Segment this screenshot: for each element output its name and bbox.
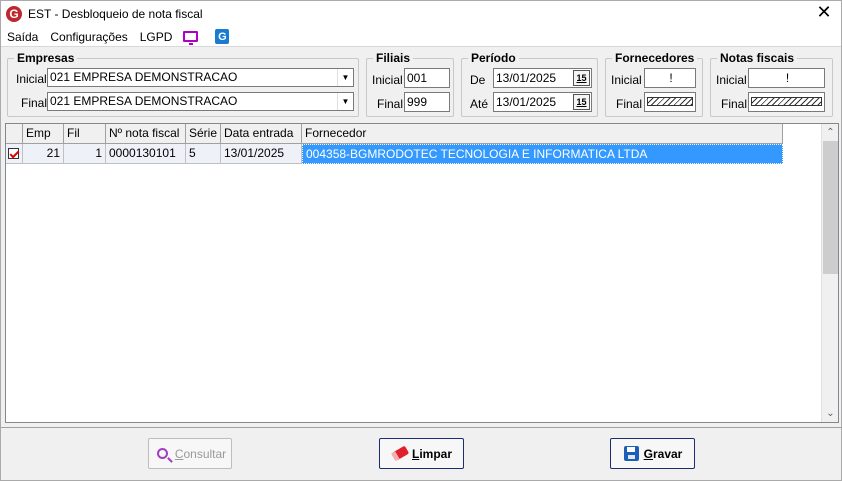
fornecedor-final-input[interactable] [644, 92, 696, 112]
g-app-icon[interactable]: G [214, 29, 230, 44]
empresa-inicial-select[interactable]: 021 EMPRESA DEMONSTRACAO ▼ [47, 68, 354, 87]
col-emp[interactable]: Emp [23, 124, 64, 144]
empresa-final-value: 021 EMPRESA DEMONSTRACAO [50, 94, 238, 108]
chevron-down-icon[interactable]: ▼ [337, 93, 353, 110]
col-data[interactable]: Data entrada [221, 124, 302, 144]
max-value-hatch [751, 97, 822, 106]
limpar-label: impar [419, 446, 453, 461]
nota-inicial-input[interactable]: ! [748, 68, 825, 88]
limpar-accel: L [411, 446, 420, 461]
filiais-legend: Filiais [376, 51, 411, 65]
filial-inicial-input[interactable]: 001 [404, 68, 450, 88]
limpar-button[interactable]: Limpar [379, 438, 464, 469]
col-fil[interactable]: Fil [64, 124, 106, 144]
calendar-icon[interactable]: 15 [573, 70, 590, 86]
window: G EST - Desbloqueio de nota fiscal ✕ Saí… [0, 0, 842, 481]
periodo-ate-label: Até [470, 97, 489, 111]
consultar-button[interactable]: Consultar [148, 438, 232, 469]
periodo-ate-value: 13/01/2025 [496, 95, 557, 109]
gravar-label: ravar [652, 446, 683, 461]
cell-fornecedor: 004358-BGMRODOTEC TECNOLOGIA E INFORMATI… [302, 144, 783, 164]
col-serie[interactable]: Série [186, 124, 221, 144]
empresa-inicial-value: 021 EMPRESA DEMONSTRACAO [50, 70, 238, 84]
scroll-down-icon[interactable]: ⌄ [822, 405, 839, 422]
check-icon [8, 148, 19, 159]
fornecedor-inicial-input[interactable]: ! [644, 68, 696, 88]
col-fornecedor[interactable]: Fornecedor [302, 124, 783, 144]
empresas-final-label: Final [21, 96, 48, 110]
app-logo-icon: G [6, 6, 22, 22]
menu-bar: Saída Configurações LGPD G [1, 27, 841, 46]
filiais-final-label: Final [377, 97, 404, 111]
title-bar: G EST - Desbloqueio de nota fiscal ✕ [1, 1, 841, 27]
cell-emp: 21 [23, 144, 64, 164]
fornecedores-legend: Fornecedores [615, 51, 695, 65]
notas-final-label: Final [721, 97, 748, 111]
fornecedores-inicial-label: Inicial [611, 73, 642, 87]
menu-separator [1, 46, 841, 47]
notas-inicial-label: Inicial [716, 73, 747, 87]
nota-final-input[interactable] [748, 92, 825, 112]
search-icon [154, 445, 172, 463]
scroll-up-icon[interactable]: ⌃ [822, 124, 839, 141]
eraser-icon [390, 445, 410, 463]
col-check[interactable] [6, 124, 23, 144]
chevron-down-icon[interactable]: ▼ [337, 69, 353, 86]
cell-fil: 1 [64, 144, 106, 164]
cell-nota: 0000130101 [106, 144, 186, 164]
vertical-scrollbar[interactable]: ⌃ ⌄ [821, 124, 838, 422]
menu-configuracoes[interactable]: Configurações [44, 30, 133, 44]
empresa-final-select[interactable]: 021 EMPRESA DEMONSTRACAO ▼ [47, 92, 354, 111]
grid-header: Emp Fil Nº nota fiscal Série Data entrad… [6, 124, 783, 144]
gravar-accel: G [643, 446, 653, 461]
empresas-legend: Empresas [17, 51, 75, 65]
filial-final-input[interactable]: 999 [404, 92, 450, 112]
cell-serie: 5 [186, 144, 221, 164]
calendar-icon[interactable]: 15 [573, 94, 590, 110]
gravar-button[interactable]: Gravar [610, 438, 695, 469]
close-button[interactable]: ✕ [815, 4, 833, 22]
menu-saida[interactable]: Saída [1, 30, 44, 44]
periodo-de-label: De [470, 73, 486, 87]
col-nota[interactable]: Nº nota fiscal [106, 124, 186, 144]
consultar-accel: C [174, 446, 184, 461]
notas-grid: Emp Fil Nº nota fiscal Série Data entrad… [5, 123, 839, 423]
periodo-ate-input[interactable]: 13/01/2025 15 [493, 92, 592, 112]
filiais-inicial-label: Inicial [372, 73, 403, 87]
save-icon [623, 445, 641, 463]
notas-legend: Notas fiscais [720, 51, 795, 65]
scroll-thumb[interactable] [823, 141, 838, 274]
menu-lgpd[interactable]: LGPD [134, 30, 179, 44]
empresas-inicial-label: Inicial [16, 72, 47, 86]
window-title: EST - Desbloqueio de nota fiscal [28, 7, 203, 21]
consultar-label: onsultar [183, 446, 227, 461]
cell-data: 13/01/2025 [221, 144, 302, 164]
table-row[interactable]: 21 1 0000130101 5 13/01/2025 004358-BGMR… [6, 144, 783, 164]
periodo-de-input[interactable]: 13/01/2025 15 [493, 68, 592, 88]
row-checkbox[interactable] [6, 144, 23, 164]
bottom-separator [1, 427, 841, 428]
periodo-legend: Período [471, 51, 516, 65]
monitor-icon[interactable] [182, 30, 198, 45]
max-value-hatch [647, 97, 693, 106]
periodo-de-value: 13/01/2025 [496, 71, 557, 85]
fornecedores-final-label: Final [616, 97, 643, 111]
